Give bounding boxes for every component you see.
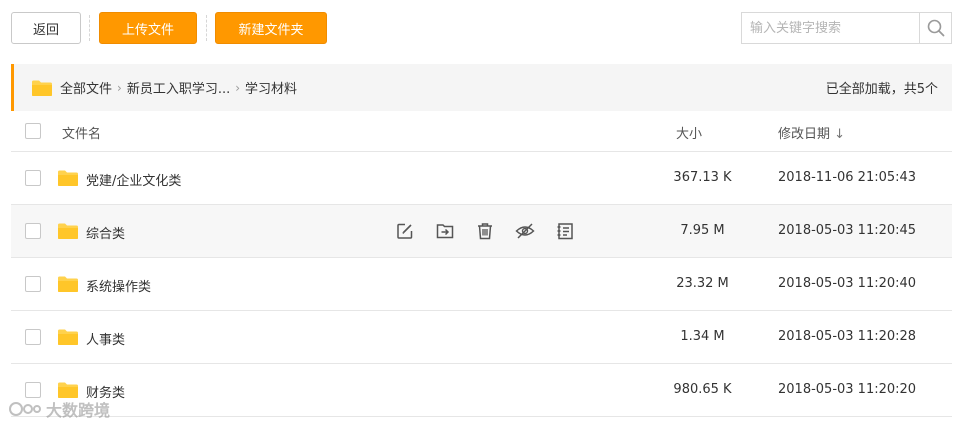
load-status-text: 已全部加载，共5个 xyxy=(825,82,938,97)
file-date: 2018-11-06 21:05:43 xyxy=(778,170,917,185)
delete-icon[interactable] xyxy=(475,221,495,241)
row-checkbox[interactable] xyxy=(25,382,41,398)
search-box xyxy=(741,12,952,44)
table-row[interactable]: 综合类 7.95 M 2018-05-03 11:20:45 xyxy=(11,205,952,258)
folder-icon xyxy=(58,276,78,292)
file-size: 7.95 M xyxy=(680,223,725,238)
search-button[interactable] xyxy=(919,13,951,43)
chevron-right-icon: › xyxy=(117,80,122,95)
sort-down-icon[interactable]: ↓ xyxy=(834,127,845,142)
table-header: 文件名 大小 修改日期 ↓ xyxy=(11,111,952,152)
file-date: 2018-05-03 11:20:28 xyxy=(778,329,917,344)
upload-file-button[interactable]: 上传文件 xyxy=(99,12,197,44)
edit-icon[interactable] xyxy=(395,221,415,241)
file-date: 2018-05-03 11:20:20 xyxy=(778,382,917,397)
file-size: 1.34 M xyxy=(680,329,725,344)
folder-icon xyxy=(58,223,78,239)
table-row[interactable]: 财务类 980.65 K 2018-05-03 11:20:20 xyxy=(11,364,952,417)
table-row[interactable]: 系统操作类 23.32 M 2018-05-03 11:20:40 xyxy=(11,258,952,311)
file-size: 367.13 K xyxy=(673,170,732,185)
column-header-date[interactable]: 修改日期 ↓ xyxy=(778,123,845,142)
toolbar: 返回 上传文件 新建文件夹 xyxy=(0,0,961,58)
file-date: 2018-05-03 11:20:40 xyxy=(778,276,917,291)
back-button[interactable]: 返回 xyxy=(11,12,81,44)
file-size: 980.65 K xyxy=(673,382,732,397)
table-row[interactable]: 党建/企业文化类 367.13 K 2018-11-06 21:05:43 xyxy=(11,152,952,205)
file-name[interactable]: 人事类 xyxy=(86,329,125,348)
folder-icon xyxy=(58,170,78,186)
table-row[interactable]: 人事类 1.34 M 2018-05-03 11:20:28 xyxy=(11,311,952,364)
file-date: 2018-05-03 11:20:45 xyxy=(778,223,917,238)
chevron-right-icon: › xyxy=(235,80,241,95)
row-checkbox[interactable] xyxy=(25,223,41,239)
row-checkbox[interactable] xyxy=(25,276,41,292)
column-header-size[interactable]: 大小 xyxy=(676,123,702,142)
file-name[interactable]: 党建/企业文化类 xyxy=(86,170,181,189)
new-folder-button[interactable]: 新建文件夹 xyxy=(215,12,327,44)
watermark-logo-icon xyxy=(9,402,41,416)
row-checkbox[interactable] xyxy=(25,329,41,345)
file-size: 23.32 M xyxy=(676,276,729,291)
search-input[interactable] xyxy=(742,13,920,43)
folder-icon xyxy=(32,80,52,96)
hide-icon[interactable] xyxy=(515,221,535,241)
breadcrumb-item-all-files[interactable]: 全部文件 xyxy=(60,78,112,97)
search-icon xyxy=(927,19,944,37)
column-header-name[interactable]: 文件名 xyxy=(62,123,101,142)
watermark: 大数跨境 xyxy=(8,397,110,421)
toolbar-divider xyxy=(206,15,207,41)
watermark-text: 大数跨境 xyxy=(46,401,111,420)
breadcrumb: 全部文件 › 新员工入职学习... › 学习材料 已全部加载，共5个 xyxy=(11,64,952,111)
breadcrumb-item-onboarding[interactable]: 新员工入职学习... xyxy=(127,78,230,97)
toolbar-divider xyxy=(89,15,90,41)
breadcrumb-item-current: 学习材料 xyxy=(245,82,298,97)
select-all-checkbox[interactable] xyxy=(25,123,41,139)
row-actions xyxy=(395,221,595,241)
file-name[interactable]: 综合类 xyxy=(86,223,125,242)
file-name[interactable]: 系统操作类 xyxy=(86,276,151,295)
move-icon[interactable] xyxy=(435,221,455,241)
folder-icon xyxy=(58,329,78,345)
row-checkbox[interactable] xyxy=(25,170,41,186)
details-icon[interactable] xyxy=(555,221,575,241)
breadcrumb-trail: 全部文件 › 新员工入职学习... › 学习材料 xyxy=(60,78,298,98)
